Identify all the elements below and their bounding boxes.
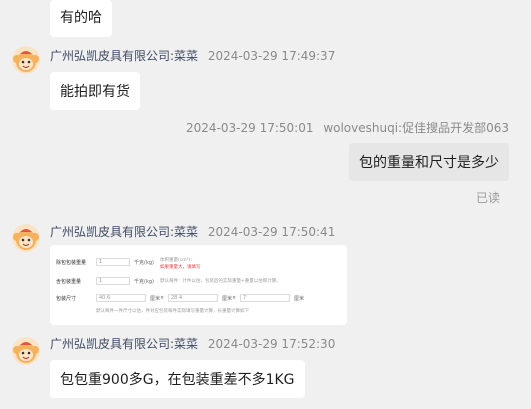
row-label: 含包装重量 <box>56 279 82 285</box>
message-time: 2024-03-29 17:52:30 <box>207 337 336 351</box>
message-text: 有的哈 <box>60 10 102 26</box>
message-text: 包包重900多G，在包装重差不多1KG <box>60 372 295 388</box>
unit-label: 千克(kg) <box>134 260 154 266</box>
message-bubble[interactable]: 包的重量和尺寸是多少 <box>349 143 509 181</box>
height-input: 7 <box>240 294 290 302</box>
message-text: 包的重量和尺寸是多少 <box>359 155 499 171</box>
message-meta: 广州弘凯皮具有限公司:菜菜 2024-03-29 17:49:37 <box>50 48 335 64</box>
weight-input: 1 <box>96 277 130 285</box>
message-time: 2024-03-29 17:49:37 <box>207 49 336 63</box>
monkey-avatar-icon[interactable] <box>12 46 40 74</box>
unit-label: 千克(kg) <box>134 279 154 285</box>
sender-name[interactable]: woloveshuqi:促佳搜品开发部063 <box>323 121 509 135</box>
weight-input: 1 <box>96 258 130 266</box>
width-input: 28.4 <box>168 294 218 302</box>
monkey-avatar-icon[interactable] <box>12 224 40 252</box>
message-meta: 2024-03-29 17:50:01 woloveshuqi:促佳搜品开发部0… <box>186 120 509 136</box>
length-input: 40.6 <box>96 294 146 302</box>
sender-name[interactable]: 广州弘凯皮具有限公司:菜菜 <box>50 225 198 239</box>
unit-label: 厘米 <box>294 296 305 302</box>
unit-label: 厘米 <box>150 296 161 302</box>
weight-row: 除包包装重量 1 千克(kg) 体积重量(cm³)： 如果重量大，请填写 <box>56 258 341 270</box>
message-bubble[interactable]: 包包重900多G，在包装重差不多1KG <box>50 360 305 398</box>
footer-hint: 默认每件一件尺寸以估，件对应包装每件实际填写重量计算，长重量计算如下 <box>96 309 249 314</box>
message-time: 2024-03-29 17:50:01 <box>186 121 314 135</box>
package-weight-row: 含包装重量 1 千克(kg) 默认每件：计件以估，包装后的实际重量+重量以估和计… <box>56 277 341 287</box>
read-status: 已读 <box>475 191 500 205</box>
message-meta: 广州弘凯皮具有限公司:菜菜 2024-03-29 17:50:41 <box>50 224 335 240</box>
message-bubble[interactable]: 能拍即有货 <box>50 72 140 110</box>
message-meta: 广州弘凯皮具有限公司:菜菜 2024-03-29 17:52:30 <box>50 336 335 352</box>
message-time: 2024-03-29 17:50:41 <box>207 225 336 239</box>
message-text: 能拍即有货 <box>60 84 130 100</box>
row-label: 包装尺寸 <box>56 296 77 302</box>
hint-text: 如果重量大，请填写 <box>160 265 201 270</box>
sender-name[interactable]: 广州弘凯皮具有限公司:菜菜 <box>50 49 198 63</box>
multiply-sign: × <box>160 295 165 301</box>
multiply-sign: × <box>232 295 237 301</box>
hint-text: 默认每件：计件以估，包装后的实际重量+重量以估和计算。 <box>160 279 281 284</box>
image-message[interactable]: 除包包装重量 1 千克(kg) 体积重量(cm³)： 如果重量大，请填写 含包装… <box>50 245 347 325</box>
size-row: 包装尺寸 40.6 厘米 × 28.4 厘米 × 7 厘米 <box>56 294 341 304</box>
unit-label: 厘米 <box>222 296 233 302</box>
row-label: 除包包装重量 <box>56 260 87 266</box>
monkey-avatar-icon[interactable] <box>12 337 40 365</box>
hint-text: 体积重量(cm³)： <box>160 258 195 263</box>
sender-name[interactable]: 广州弘凯皮具有限公司:菜菜 <box>50 337 198 351</box>
message-bubble[interactable]: 有的哈 <box>50 0 112 37</box>
